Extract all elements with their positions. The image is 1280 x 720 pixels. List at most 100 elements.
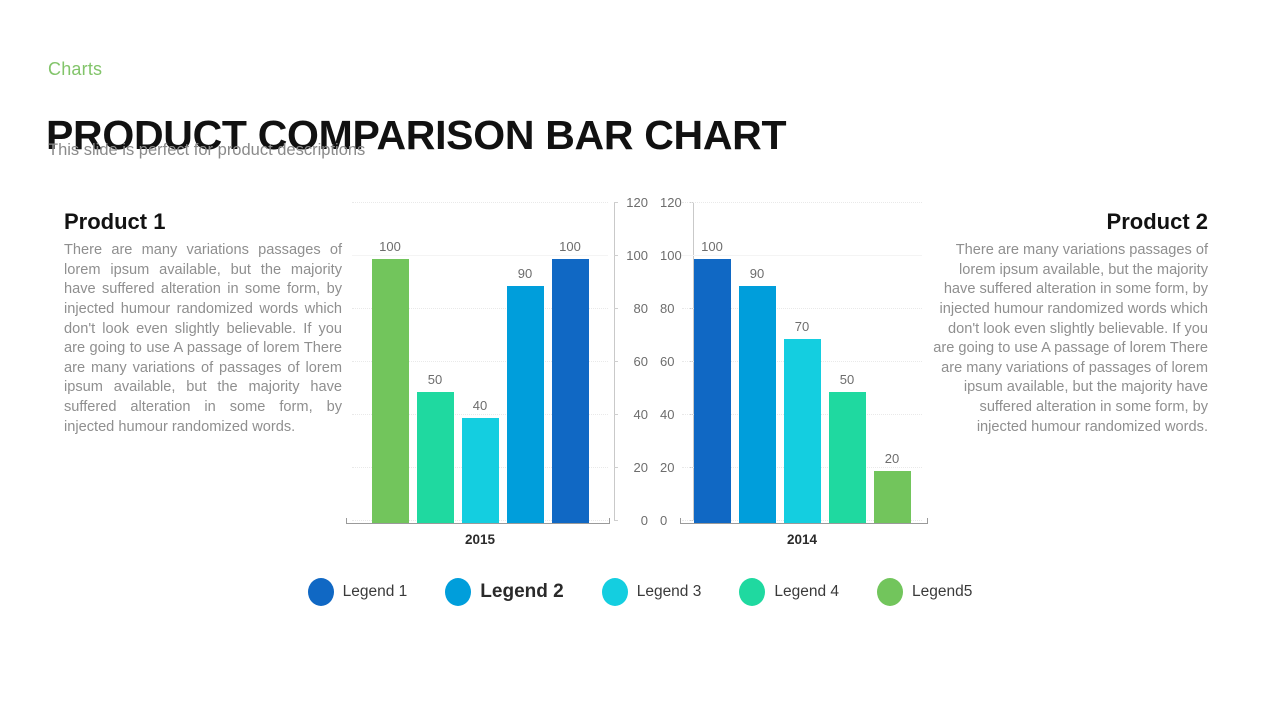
bar-column[interactable]: 50 <box>828 206 866 524</box>
x-axis-line-2015 <box>346 523 610 524</box>
bar-column[interactable]: 100 <box>371 206 409 524</box>
bar-value-label: 90 <box>517 265 533 281</box>
y-tick-mark-100 <box>690 255 694 256</box>
product-1-description-block: Product 1 There are many variations pass… <box>64 209 342 437</box>
bar-value-label: 20 <box>884 451 900 466</box>
y-axis-spine-2015 <box>614 202 615 520</box>
gridline-0 <box>682 520 922 522</box>
category-label-2015: 2015 <box>464 532 496 547</box>
gridline-80 <box>352 308 608 310</box>
bar-legend-2[interactable]: 90 <box>738 266 776 524</box>
legend-swatch-icon <box>877 578 904 606</box>
y-tick-label-0: 0 <box>640 513 648 528</box>
gridline-120 <box>682 202 922 204</box>
bar-column[interactable]: 20 <box>873 206 911 524</box>
y-tick-label-60: 60 <box>660 354 675 369</box>
gridline-60 <box>682 361 922 363</box>
bar-column[interactable]: 100 <box>693 206 731 524</box>
gridline-120 <box>352 202 608 204</box>
axis-tick-end-2015 <box>609 518 610 524</box>
y-tick-mark-20 <box>690 467 694 468</box>
y-tick-mark-0 <box>690 520 694 521</box>
legend-item-4[interactable]: Legend 4 <box>739 578 839 606</box>
y-tick-mark-100 <box>614 255 618 256</box>
legend-item-1[interactable]: Legend 1 <box>307 578 407 606</box>
y-tick-mark-120 <box>690 202 694 203</box>
bar-legend-4[interactable]: 50 <box>416 372 454 524</box>
gridline-40 <box>682 414 922 416</box>
legend-swatch-icon <box>739 578 766 606</box>
gridline-20 <box>682 467 922 469</box>
product-2-body: There are many variations passages of lo… <box>933 242 1208 435</box>
bar-value-label: 40 <box>472 398 488 413</box>
legend-swatch-icon <box>307 578 334 606</box>
bar-column[interactable]: 50 <box>416 206 454 524</box>
gridline-40 <box>352 414 608 416</box>
y-tick-label-40: 40 <box>660 407 675 422</box>
y-tick-mark-40 <box>690 414 694 415</box>
y-tick-label-100: 100 <box>660 248 682 263</box>
axis-tick-start-2014 <box>680 518 681 524</box>
product-2-description-block: Product 2 There are many variations pass… <box>930 209 1208 437</box>
bar-column[interactable]: 40 <box>461 206 499 524</box>
bar-value-label: 100 <box>559 239 581 254</box>
bar-legend-3[interactable]: 70 <box>783 319 821 524</box>
legend-item-3[interactable]: Legend 3 <box>601 578 702 606</box>
gridline-0 <box>352 520 608 522</box>
y-tick-label-80: 80 <box>633 301 648 316</box>
y-tick-mark-80 <box>614 308 618 309</box>
bar-legend-1[interactable]: 100 <box>693 239 731 524</box>
y-tick-mark-80 <box>690 308 694 309</box>
y-tick-label-20: 20 <box>633 460 648 475</box>
y-tick-label-100: 100 <box>626 248 648 263</box>
gridline-20 <box>352 467 608 469</box>
plot-area-2014: 100 90 70 50 20 <box>682 206 922 524</box>
bar-value-label: 50 <box>427 371 443 387</box>
plot-area-2015: 100 50 40 90 100 <box>352 206 608 524</box>
legend-item-2[interactable]: Legend 2 <box>445 578 564 606</box>
bar-value-label: 100 <box>701 239 723 254</box>
y-tick-label-20: 20 <box>660 460 675 475</box>
bar-legend-1[interactable]: 100 <box>551 239 589 524</box>
y-axis-spine-2014 <box>693 202 694 520</box>
y-axis-2015: 120 100 80 60 40 20 0 <box>614 194 648 534</box>
bar-column[interactable]: 70 <box>783 206 821 524</box>
bar-column[interactable]: 100 <box>551 206 589 524</box>
bar-column[interactable]: 90 <box>506 206 544 524</box>
y-tick-label-120: 120 <box>660 195 682 210</box>
bar-chart-2014: 100 90 70 50 20 2014 <box>680 202 928 547</box>
y-tick-mark-60 <box>614 361 618 362</box>
y-tick-mark-40 <box>614 414 618 415</box>
product-1-heading: Product 1 <box>64 209 166 234</box>
bar-legend-3[interactable]: 40 <box>461 398 499 524</box>
y-tick-mark-60 <box>690 361 694 362</box>
bar-column[interactable]: 90 <box>738 206 776 524</box>
chart-legend: Legend 1 Legend 2 Legend 3 Legend 4 Legend5 <box>0 578 1280 606</box>
legend-label: Legend5 <box>912 583 973 600</box>
category-label-2014: 2014 <box>786 532 818 547</box>
y-tick-label-80: 80 <box>660 301 675 316</box>
page-subtitle: This slide is perfect for product descri… <box>48 141 366 159</box>
legend-item-5[interactable]: Legend5 <box>877 578 972 606</box>
bar-value-label: 70 <box>794 318 810 334</box>
bar-value-label: 100 <box>379 239 401 254</box>
axis-tick-end-2014 <box>927 518 928 524</box>
bar-chart-2015: 100 50 40 90 100 2015 <box>346 202 610 547</box>
gridline-80 <box>682 308 922 310</box>
product-1-body: There are many variations passages of lo… <box>64 242 342 435</box>
eyebrow-label: Charts <box>48 59 103 79</box>
gridline-100 <box>352 255 608 257</box>
legend-label: Legend 4 <box>774 583 840 600</box>
bar-legend5[interactable]: 20 <box>873 451 911 524</box>
bar-legend-4[interactable]: 50 <box>828 372 866 524</box>
legend-label: Legend 3 <box>636 583 702 600</box>
bar-legend5[interactable]: 100 <box>371 239 409 524</box>
y-axis-2014: 120 100 80 60 40 20 0 <box>660 194 694 534</box>
x-axis-line-2014 <box>680 523 928 524</box>
bar-legend-2[interactable]: 90 <box>506 266 544 524</box>
legend-label: Legend 2 <box>480 581 564 602</box>
legend-swatch-icon <box>445 578 472 606</box>
gridline-60 <box>352 361 608 363</box>
legend-swatch-icon <box>601 578 628 606</box>
axis-tick-start-2015 <box>346 518 347 524</box>
